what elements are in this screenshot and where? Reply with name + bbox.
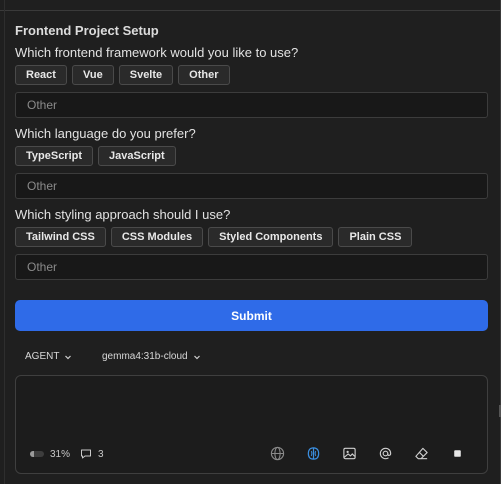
context-usage-bar bbox=[30, 451, 44, 457]
top-divider bbox=[0, 10, 501, 11]
mode-selector[interactable]: AGENT bbox=[25, 351, 72, 362]
globe-icon[interactable] bbox=[269, 445, 285, 461]
option-styled-components[interactable]: Styled Components bbox=[208, 227, 334, 247]
image-icon[interactable] bbox=[341, 445, 357, 461]
chevron-down-icon bbox=[65, 355, 72, 359]
question-language-label: Which language do you prefer? bbox=[15, 126, 196, 141]
option-plain-css[interactable]: Plain CSS bbox=[338, 227, 413, 247]
stop-icon[interactable] bbox=[449, 445, 465, 461]
model-label: gemma4:31b-cloud bbox=[102, 351, 188, 362]
option-css-modules[interactable]: CSS Modules bbox=[110, 227, 204, 247]
option-typescript[interactable]: TypeScript bbox=[15, 146, 94, 166]
chat-input-box[interactable]: 31% 3 bbox=[15, 375, 488, 474]
submit-button[interactable]: Submit bbox=[15, 300, 488, 331]
question-framework-label: Which frontend framework would you like … bbox=[15, 45, 299, 60]
eraser-icon[interactable] bbox=[413, 445, 429, 461]
framework-options: React Vue Svelte Other bbox=[15, 65, 230, 85]
model-selector[interactable]: gemma4:31b-cloud bbox=[102, 351, 201, 362]
option-javascript[interactable]: JavaScript bbox=[98, 146, 176, 166]
styling-other-input[interactable]: Other bbox=[15, 254, 488, 280]
left-border bbox=[4, 0, 5, 484]
comments-count: 3 bbox=[98, 448, 104, 460]
framework-other-input[interactable]: Other bbox=[15, 92, 488, 118]
option-tailwind[interactable]: Tailwind CSS bbox=[15, 227, 106, 247]
language-other-input[interactable]: Other bbox=[15, 173, 488, 199]
option-vue[interactable]: Vue bbox=[71, 65, 114, 85]
question-styling-label: Which styling approach should I use? bbox=[15, 207, 231, 222]
option-svelte[interactable]: Svelte bbox=[118, 65, 174, 85]
context-usage-fill bbox=[30, 451, 35, 457]
option-other[interactable]: Other bbox=[178, 65, 230, 85]
composer-meta: 31% 3 bbox=[30, 448, 104, 460]
chevron-down-icon bbox=[193, 355, 200, 359]
at-icon[interactable] bbox=[377, 445, 393, 461]
brain-icon[interactable] bbox=[305, 445, 321, 461]
comment-icon bbox=[81, 449, 92, 459]
composer-tools bbox=[269, 445, 465, 461]
form-title: Frontend Project Setup bbox=[15, 23, 159, 38]
mode-label: AGENT bbox=[25, 351, 60, 362]
context-percent: 31% bbox=[50, 448, 71, 460]
language-options: TypeScript JavaScript bbox=[15, 146, 176, 166]
styling-options: Tailwind CSS CSS Modules Styled Componen… bbox=[15, 227, 413, 247]
option-react[interactable]: React bbox=[15, 65, 67, 85]
